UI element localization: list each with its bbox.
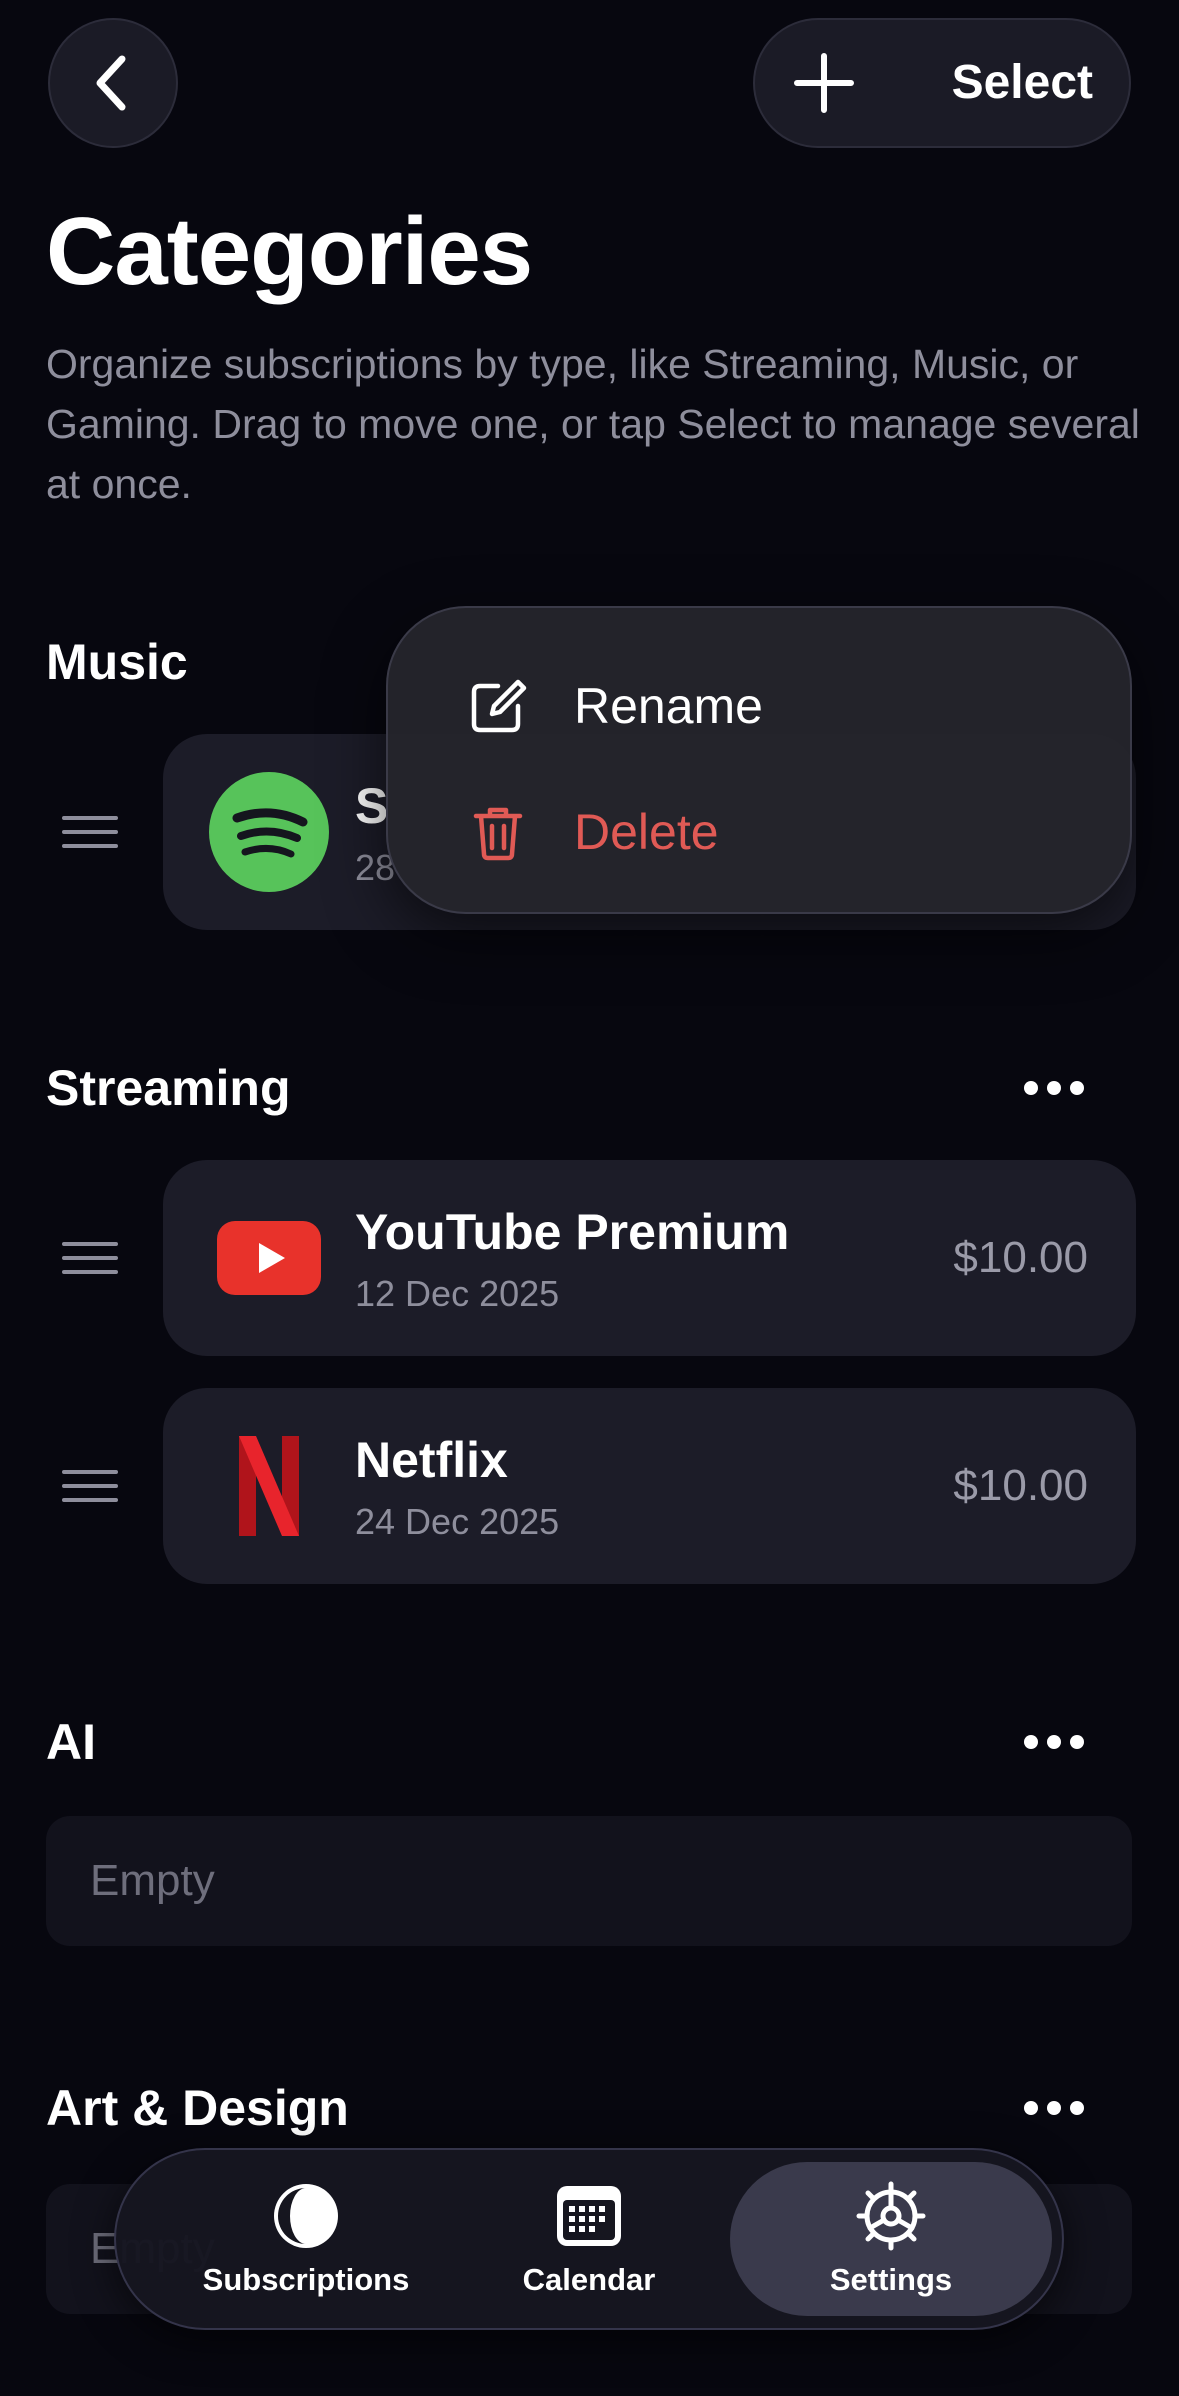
category-context-menu: Rename Delete bbox=[386, 606, 1132, 914]
subscription-price: $10.00 bbox=[953, 1461, 1088, 1510]
back-button[interactable] bbox=[48, 18, 178, 148]
youtube-logo-icon bbox=[209, 1198, 329, 1318]
subscription-name: S bbox=[355, 778, 389, 834]
tab-settings[interactable]: Settings bbox=[730, 2150, 1052, 2328]
section-title-art-design: Art & Design bbox=[46, 2080, 349, 2136]
rename-label: Rename bbox=[574, 678, 763, 734]
tab-subscriptions[interactable]: Subscriptions bbox=[156, 2150, 456, 2328]
tab-label: Settings bbox=[829, 2262, 953, 2297]
tab-calendar[interactable]: Calendar bbox=[456, 2150, 722, 2328]
more-horizontal-icon bbox=[1024, 1081, 1084, 1095]
empty-category-placeholder: Empty bbox=[46, 1816, 1132, 1946]
select-button[interactable]: Select bbox=[952, 20, 1093, 146]
drag-handle-icon[interactable] bbox=[62, 814, 118, 850]
spotify-logo-icon bbox=[209, 772, 329, 892]
more-horizontal-icon bbox=[1024, 2101, 1084, 2115]
trash-icon bbox=[473, 807, 523, 861]
page-title: Categories bbox=[46, 198, 533, 305]
tab-label: Subscriptions bbox=[202, 2262, 410, 2297]
page-description: Organize subscriptions by type, like Str… bbox=[46, 341, 1140, 507]
subscription-name: Netflix bbox=[355, 1432, 508, 1488]
drag-handle-icon[interactable] bbox=[62, 1240, 118, 1276]
calendar-icon bbox=[557, 2186, 621, 2246]
subscription-date: 12 Dec 2025 bbox=[355, 1273, 560, 1314]
more-horizontal-icon bbox=[1024, 1735, 1084, 1749]
art-design-more-button[interactable] bbox=[1009, 2078, 1099, 2138]
subscription-price: $10.00 bbox=[953, 1233, 1088, 1282]
subscriptions-icon bbox=[274, 2184, 338, 2248]
plus-icon[interactable] bbox=[791, 50, 857, 116]
tab-bar: Subscriptions Calendar Settings bbox=[114, 2148, 1064, 2330]
section-title-streaming: Streaming bbox=[46, 1060, 291, 1116]
drag-handle-icon[interactable] bbox=[62, 1468, 118, 1504]
chevron-left-icon bbox=[96, 55, 126, 111]
gear-icon bbox=[856, 2181, 926, 2251]
subscription-name: YouTube Premium bbox=[355, 1204, 790, 1260]
subscription-card-netflix[interactable]: Netflix 24 Dec 2025 $10.00 bbox=[163, 1388, 1136, 1584]
section-title-music: Music bbox=[46, 634, 188, 690]
delete-menu-item[interactable]: Delete bbox=[468, 792, 719, 872]
subscription-card-youtube[interactable]: YouTube Premium 12 Dec 2025 $10.00 bbox=[163, 1160, 1136, 1356]
ai-more-button[interactable] bbox=[1009, 1712, 1099, 1772]
delete-label: Delete bbox=[574, 804, 719, 860]
tab-label: Calendar bbox=[522, 2262, 656, 2297]
rename-menu-item[interactable]: Rename bbox=[468, 666, 763, 746]
add-select-control: Select bbox=[753, 18, 1131, 148]
edit-icon bbox=[471, 679, 527, 733]
subscription-date: 24 Dec 2025 bbox=[355, 1501, 560, 1542]
netflix-logo-icon bbox=[209, 1426, 329, 1546]
streaming-more-button[interactable] bbox=[1009, 1058, 1099, 1118]
empty-label: Empty bbox=[90, 1856, 215, 1905]
section-title-ai: AI bbox=[46, 1714, 96, 1770]
